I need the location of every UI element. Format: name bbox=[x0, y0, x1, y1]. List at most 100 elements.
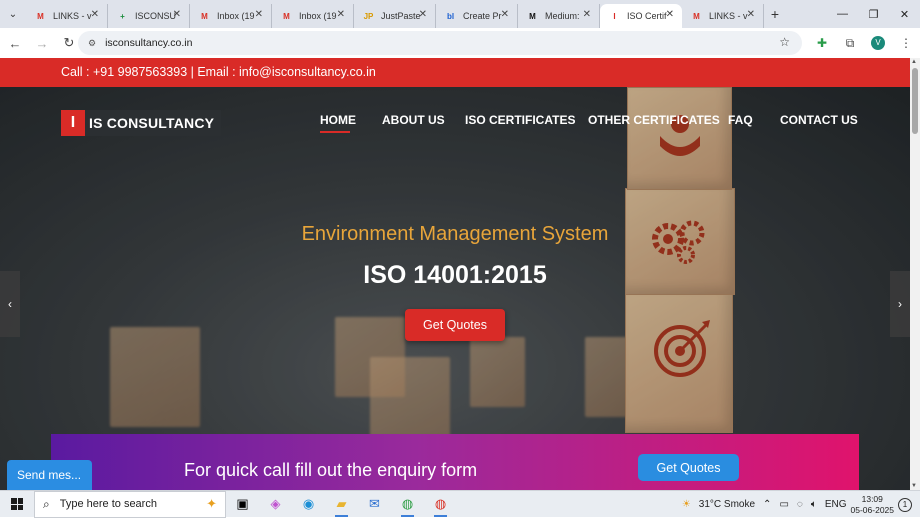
tab-close-icon[interactable]: ✕ bbox=[173, 9, 181, 20]
address-bar[interactable]: ⚙ isconsultancy.co.in ☆ bbox=[78, 31, 802, 55]
extension-puzzle-green-icon[interactable]: ✚ bbox=[808, 36, 836, 50]
address-url: isconsultancy.co.in bbox=[105, 37, 193, 49]
hero-subtitle: Environment Management System bbox=[301, 223, 609, 245]
close-window-icon[interactable]: ✕ bbox=[889, 0, 920, 28]
scroll-up-icon[interactable]: ▲ bbox=[911, 59, 917, 65]
chrome-profile-icon[interactable]: ◍ bbox=[424, 491, 457, 518]
extensions-icon[interactable]: ⧉ bbox=[836, 36, 864, 51]
gmail-icon: M bbox=[37, 11, 44, 21]
browser-tab[interactable]: M LINKS - v ✕ bbox=[26, 4, 108, 28]
tab-title: LINKS - v bbox=[709, 11, 748, 21]
justpaste-icon: JP bbox=[363, 11, 374, 21]
browser-tab[interactable]: I ISO Certif ✕ bbox=[600, 4, 682, 28]
scrollbar-thumb[interactable] bbox=[912, 68, 918, 134]
tab-title: Inbox (19 bbox=[217, 11, 255, 21]
browser-toolbar: ← → ↻ ⚙ isconsultancy.co.in ☆ ✚ ⧉ V ⋮ bbox=[0, 28, 920, 58]
enquiry-band: For quick call fill out the enquiry form… bbox=[51, 434, 859, 490]
browser-tab[interactable]: M Inbox (19 ✕ bbox=[272, 4, 354, 28]
restore-icon[interactable]: ❐ bbox=[858, 0, 889, 28]
hero-get-quotes-button[interactable]: Get Quotes bbox=[405, 309, 505, 341]
tab-close-icon[interactable]: ✕ bbox=[501, 9, 509, 20]
tab-title: Inbox (19 bbox=[299, 11, 337, 21]
medium-icon: M bbox=[529, 11, 536, 21]
gmail-icon: M bbox=[283, 11, 290, 21]
windows-logo-icon bbox=[11, 498, 23, 510]
web-page: Call : +91 9987563393 | Email : info@isc… bbox=[0, 58, 910, 490]
windows-taskbar: ⌕ Type here to search ✦ ▣ ◈ ◉ ▰ ✉ ◍ ◍ ☀ … bbox=[0, 490, 920, 518]
search-placeholder: Type here to search bbox=[59, 498, 157, 510]
browser-tab[interactable]: JP JustPaste ✕ bbox=[354, 4, 436, 28]
tab-close-icon[interactable]: ✕ bbox=[419, 9, 427, 20]
tab-close-icon[interactable]: ✕ bbox=[91, 9, 99, 20]
blogger-icon: bl bbox=[446, 11, 455, 21]
slider-next-arrow-icon[interactable]: › bbox=[890, 271, 910, 337]
task-view-icon[interactable]: ▣ bbox=[226, 491, 259, 518]
system-tray: ☀ 31°C Smoke ⌃ ▭ ◌ 🔈︎ ENG 13:09 05-06-20… bbox=[678, 491, 920, 518]
browser-tab[interactable]: M LINKS - v ✕ bbox=[682, 4, 764, 28]
forward-arrow-icon[interactable]: → bbox=[30, 31, 54, 55]
tab-close-icon[interactable]: ✕ bbox=[666, 9, 674, 20]
gmail-icon: M bbox=[693, 11, 700, 21]
tab-close-icon[interactable]: ✕ bbox=[747, 9, 755, 20]
search-icon: ⌕ bbox=[43, 496, 50, 511]
enquiry-get-quotes-button[interactable]: Get Quotes bbox=[638, 454, 739, 481]
weather-icon[interactable]: ☀ bbox=[682, 499, 691, 510]
clock-time: 13:09 bbox=[861, 493, 883, 504]
site-info-icon[interactable]: ⚙ bbox=[88, 38, 96, 49]
browser-tab[interactable]: + ISCONSU ✕ bbox=[108, 4, 190, 28]
network-icon[interactable]: ◌ bbox=[797, 499, 803, 510]
nav-iso-certificates[interactable]: ISO CERTIFICATES bbox=[465, 113, 575, 127]
tab-title: LINKS - v bbox=[53, 11, 92, 21]
nav-contact-us[interactable]: CONTACT US bbox=[780, 113, 858, 127]
browser-menu-icon[interactable]: ⋮ bbox=[892, 36, 920, 50]
bookmark-star-icon[interactable]: ☆ bbox=[779, 35, 790, 49]
mail-icon[interactable]: ✉ bbox=[358, 491, 391, 518]
notification-badge[interactable]: 1 bbox=[898, 497, 912, 512]
logo-text: IS CONSULTANCY bbox=[89, 115, 215, 131]
site-logo[interactable]: I IS CONSULTANCY bbox=[61, 110, 221, 136]
tab-title: Medium: bbox=[545, 11, 580, 21]
profile-avatar[interactable]: V bbox=[871, 36, 885, 50]
slider-prev-arrow-icon[interactable]: ‹ bbox=[0, 271, 20, 337]
hero-title: ISO 14001:2015 bbox=[363, 261, 547, 289]
window-controls: — ❐ ✕ bbox=[827, 0, 920, 28]
browser-tab-strip: ⌄ M LINKS - v ✕ + ISCONSU ✕ M Inbox (19 ✕ M Inbox … bbox=[0, 0, 920, 28]
tab-title: JustPaste bbox=[381, 11, 421, 21]
nav-faq[interactable]: FAQ bbox=[728, 113, 753, 127]
gmail-icon: M bbox=[201, 11, 208, 21]
start-button[interactable] bbox=[0, 491, 34, 518]
taskbar-search-box[interactable]: ⌕ Type here to search ✦ bbox=[34, 490, 226, 518]
scroll-down-icon[interactable]: ▼ bbox=[911, 483, 917, 489]
tab-search-chevron-icon[interactable]: ⌄ bbox=[0, 0, 26, 28]
nav-about-us[interactable]: ABOUT US bbox=[382, 113, 445, 127]
tab-title: ISO Certif bbox=[627, 11, 667, 21]
nav-other-certificates[interactable]: OTHER CERTIFICATES bbox=[588, 113, 720, 127]
browser-tab[interactable]: bl Create Pr ✕ bbox=[436, 4, 518, 28]
minimize-icon[interactable]: — bbox=[827, 0, 858, 28]
send-message-button[interactable]: Send mes... bbox=[7, 460, 92, 490]
search-highlight-icon: ✦ bbox=[206, 496, 217, 511]
enquiry-text: For quick call fill out the enquiry form bbox=[184, 460, 478, 480]
new-tab-plus-icon[interactable]: + bbox=[764, 6, 786, 22]
tab-close-icon[interactable]: ✕ bbox=[337, 9, 345, 20]
tab-close-icon[interactable]: ✕ bbox=[583, 9, 591, 20]
tab-title: Create Pr bbox=[463, 11, 502, 21]
nav-home[interactable]: HOME bbox=[320, 113, 356, 127]
tab-close-icon[interactable]: ✕ bbox=[255, 9, 263, 20]
browser-tab[interactable]: M Inbox (19 ✕ bbox=[190, 4, 272, 28]
tray-overflow-icon[interactable]: ⌃ bbox=[763, 499, 771, 510]
isconsultancy-icon: I bbox=[613, 11, 616, 21]
page-scrollbar[interactable]: ▲ ▼ bbox=[910, 58, 920, 490]
language-indicator[interactable]: ENG bbox=[825, 499, 847, 510]
meet-icon[interactable]: ▭ bbox=[779, 499, 788, 510]
logo-mark: I bbox=[61, 110, 85, 136]
copilot-icon[interactable]: ◈ bbox=[259, 491, 292, 518]
volume-icon[interactable]: 🔈︎ bbox=[811, 499, 817, 510]
weather-text[interactable]: 31°C Smoke bbox=[699, 499, 755, 510]
browser-tab[interactable]: M Medium: ✕ bbox=[518, 4, 600, 28]
chrome-icon[interactable]: ◍ bbox=[391, 491, 424, 518]
file-explorer-icon[interactable]: ▰ bbox=[325, 491, 358, 518]
clock[interactable]: 13:09 05-06-2025 bbox=[851, 494, 894, 516]
edge-icon[interactable]: ◉ bbox=[292, 491, 325, 518]
back-arrow-icon[interactable]: ← bbox=[3, 31, 27, 55]
